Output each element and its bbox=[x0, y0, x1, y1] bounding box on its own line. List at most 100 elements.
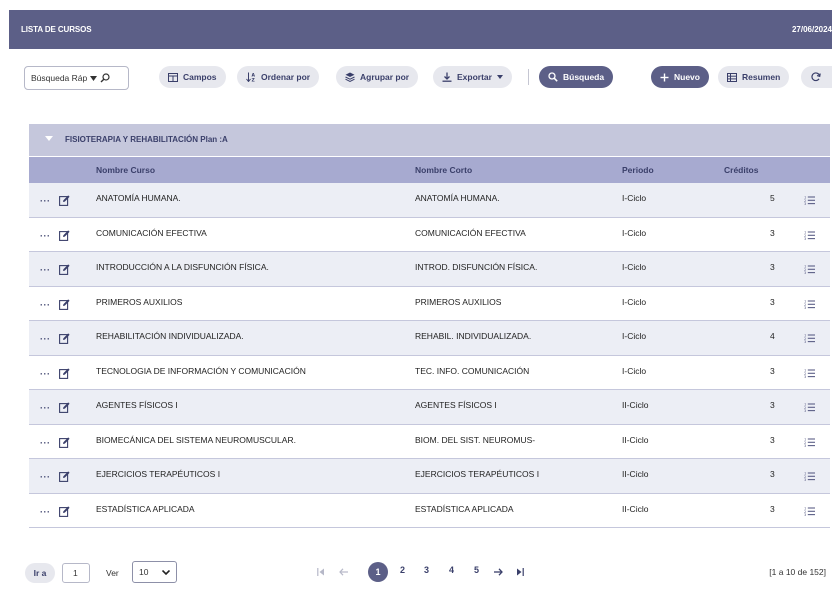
more-icon[interactable]: ··· bbox=[40, 472, 51, 482]
edit-icon[interactable] bbox=[59, 264, 70, 275]
pagination-page[interactable]: 2 bbox=[400, 565, 405, 575]
list-icon[interactable]: 123 bbox=[804, 437, 815, 447]
prev-page-icon[interactable] bbox=[339, 568, 348, 576]
edit-icon[interactable] bbox=[59, 298, 70, 310]
more-icon[interactable]: ··· bbox=[40, 507, 51, 517]
more-icon[interactable]: ··· bbox=[40, 231, 51, 241]
more-icon[interactable]: ··· bbox=[40, 403, 51, 413]
title-bar: LISTA DE CURSOS 27/06/2024 bbox=[9, 10, 832, 49]
cell-nombre-corto: BIOM. DEL SIST. NEUROMUS- bbox=[415, 434, 536, 445]
table-row[interactable]: ··· ANATOMÍA HUMANA. ANATOMÍA HUMANA. I-Cic… bbox=[29, 183, 830, 218]
page-size-select[interactable]: 10 bbox=[132, 561, 177, 583]
cell-nombre-curso: COMUNICACIÓN EFECTIVA bbox=[96, 227, 207, 238]
pagination-page[interactable]: 4 bbox=[449, 565, 454, 575]
page-number-input[interactable]: 1 bbox=[62, 563, 90, 583]
resumen-button[interactable]: Resumen bbox=[718, 66, 790, 88]
svg-text:3: 3 bbox=[804, 306, 806, 309]
refresh-button[interactable] bbox=[801, 66, 832, 88]
cell-nombre-curso: REHABILITACIÓN INDIVIDUALIZADA. bbox=[96, 331, 244, 341]
cell-creditos: 4 bbox=[770, 331, 775, 341]
more-icon[interactable]: ··· bbox=[40, 369, 51, 379]
column-header-creditos[interactable]: Créditos bbox=[724, 165, 758, 175]
more-icon[interactable]: ··· bbox=[40, 334, 51, 344]
cell-creditos: 3 bbox=[770, 400, 775, 410]
pagination-page-current[interactable]: 1 bbox=[368, 562, 388, 582]
first-page-icon[interactable] bbox=[317, 568, 325, 576]
cell-nombre-curso: BIOMECÁNICA DEL SISTEMA NEUROMUSCULAR. bbox=[96, 434, 296, 445]
column-header-nombre-curso[interactable]: Nombre Curso bbox=[96, 165, 155, 175]
chevron-down-icon bbox=[90, 75, 98, 81]
campos-button[interactable]: Campos bbox=[159, 66, 226, 88]
edit-icon[interactable] bbox=[59, 229, 70, 241]
campos-label: Campos bbox=[183, 72, 217, 82]
more-icon[interactable]: ··· bbox=[40, 438, 51, 448]
search-icon[interactable] bbox=[100, 73, 110, 83]
cell-creditos: 5 bbox=[770, 193, 775, 203]
table-row[interactable]: ··· REHABILITACIÓN INDIVIDUALIZADA. REHABI… bbox=[29, 321, 830, 356]
busqueda-label: Búsqueda bbox=[563, 72, 605, 82]
list-icon[interactable]: 123 bbox=[804, 264, 815, 274]
column-header-periodo[interactable]: Periodo bbox=[622, 165, 654, 175]
pagination-page[interactable]: 3 bbox=[424, 565, 429, 575]
cell-periodo: II-Ciclo bbox=[622, 434, 649, 445]
busqueda-button[interactable]: Búsqueda bbox=[539, 66, 614, 88]
cell-creditos: 3 bbox=[770, 503, 775, 514]
agrupar-por-button[interactable]: Agrupar por bbox=[336, 66, 419, 88]
page-size-value: 10 bbox=[139, 567, 149, 577]
table-row[interactable]: ··· INTRODUCCIÓN A LA DISFUNCIÓN FÍSICA. I… bbox=[29, 252, 830, 287]
more-icon[interactable]: ··· bbox=[40, 300, 51, 310]
list-icon[interactable]: 123 bbox=[804, 195, 815, 205]
more-icon[interactable]: ··· bbox=[40, 196, 51, 206]
table-header: Nombre Curso Nombre Corto Periodo Crédit… bbox=[29, 157, 830, 183]
table-row[interactable]: ··· COMUNICACIÓN EFECTIVA COMUNICACIÓN EFE… bbox=[29, 218, 830, 252]
last-page-icon[interactable] bbox=[516, 568, 524, 576]
cell-nombre-corto: REHABIL. INDIVIDUALIZADA. bbox=[415, 331, 532, 341]
table-row[interactable]: ··· TECNOLOGIA DE INFORMACIÓN Y COMUNICAC… bbox=[29, 356, 830, 390]
table-icon bbox=[727, 72, 737, 82]
toolbar-divider bbox=[528, 69, 529, 85]
cell-creditos: 3 bbox=[770, 434, 775, 445]
columns-icon bbox=[168, 72, 178, 82]
table-row[interactable]: ··· BIOMECÁNICA DEL SISTEMA NEUROMUSCULAR… bbox=[29, 425, 830, 459]
list-icon[interactable]: 123 bbox=[804, 368, 815, 378]
svg-text:3: 3 bbox=[804, 444, 806, 447]
table-row[interactable]: ··· PRIMEROS AUXILIOS PRIMEROS AUXILIOS I-C… bbox=[29, 287, 830, 321]
edit-icon[interactable] bbox=[59, 195, 70, 206]
table-row[interactable]: ··· AGENTES FÍSICOS I AGENTES FÍSICOS I II-… bbox=[29, 390, 830, 425]
list-icon[interactable]: 123 bbox=[804, 402, 815, 412]
svg-text:3: 3 bbox=[804, 202, 806, 205]
quick-search-field[interactable]: Búsqueda Ráp bbox=[24, 66, 129, 90]
cell-periodo: I-Ciclo bbox=[622, 193, 647, 203]
go-to-page-button[interactable]: Ir a bbox=[25, 563, 55, 583]
pagination-page[interactable]: 5 bbox=[474, 565, 479, 575]
group-header-row[interactable]: FISIOTERAPIA Y REHABILITACIÓN Plan :A bbox=[29, 124, 830, 156]
cell-periodo: I-Ciclo bbox=[622, 227, 647, 238]
sort-icon: AZ bbox=[246, 72, 256, 82]
list-icon[interactable]: 123 bbox=[804, 506, 815, 516]
svg-text:3: 3 bbox=[804, 375, 806, 378]
cell-creditos: 3 bbox=[770, 469, 775, 479]
more-icon[interactable]: ··· bbox=[40, 265, 51, 275]
ordenar-por-button[interactable]: AZ Ordenar por bbox=[237, 66, 320, 88]
exportar-button[interactable]: Exportar bbox=[433, 66, 512, 88]
cell-nombre-corto: AGENTES FÍSICOS I bbox=[415, 400, 497, 410]
refresh-icon bbox=[811, 72, 821, 82]
list-icon[interactable]: 123 bbox=[804, 471, 815, 481]
edit-icon[interactable] bbox=[59, 505, 70, 517]
edit-icon[interactable] bbox=[59, 333, 70, 344]
nuevo-button[interactable]: Nuevo bbox=[651, 66, 709, 88]
edit-icon[interactable] bbox=[59, 402, 70, 413]
layers-icon bbox=[345, 72, 355, 82]
edit-icon[interactable] bbox=[59, 471, 70, 482]
table-row[interactable]: ··· EJERCICIOS TERAPÉUTICOS I EJERCICIOS T… bbox=[29, 459, 830, 494]
next-page-icon[interactable] bbox=[494, 568, 503, 576]
list-icon[interactable]: 123 bbox=[804, 230, 815, 240]
table-row[interactable]: ··· ESTADÍSTICA APLICADA ESTADÍSTICA APLIC… bbox=[29, 494, 830, 528]
svg-text:3: 3 bbox=[804, 478, 806, 481]
column-header-nombre-corto[interactable]: Nombre Corto bbox=[415, 165, 472, 175]
collapse-arrow-icon[interactable] bbox=[45, 136, 53, 141]
list-icon[interactable]: 123 bbox=[804, 299, 815, 309]
list-icon[interactable]: 123 bbox=[804, 333, 815, 343]
edit-icon[interactable] bbox=[59, 367, 70, 379]
edit-icon[interactable] bbox=[59, 436, 70, 448]
